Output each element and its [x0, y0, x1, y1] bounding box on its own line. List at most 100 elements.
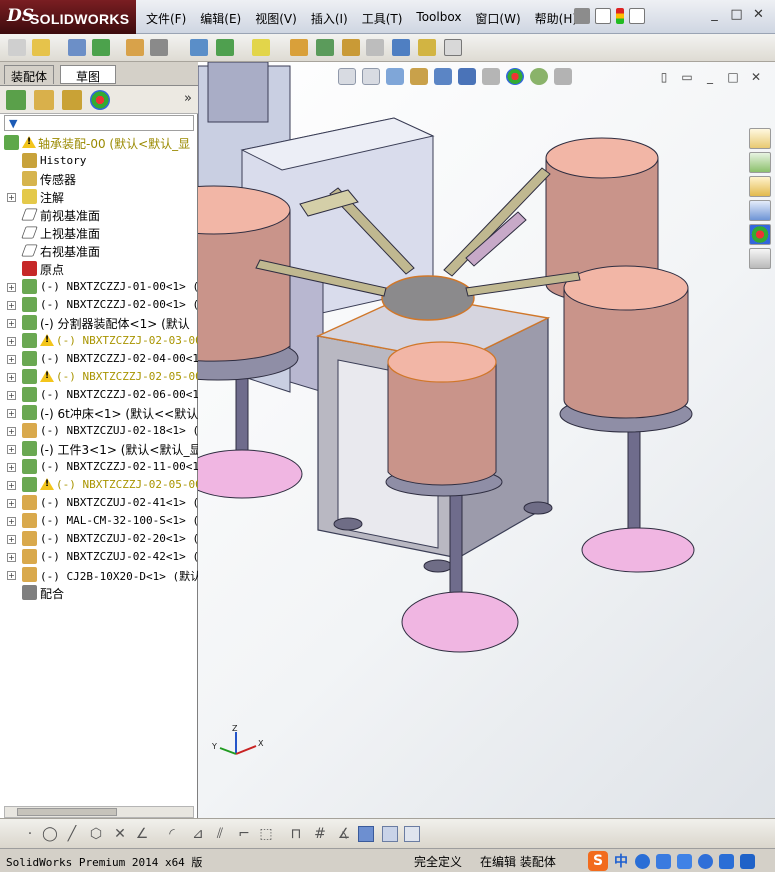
- scrollbar-thumb[interactable]: [17, 808, 117, 816]
- tree-item[interactable]: + (-) MAL-CM-32-100-S<1> (: [0, 512, 198, 530]
- sogou-logo-icon[interactable]: S: [588, 851, 608, 871]
- corner-rectangle-icon[interactable]: ⌐: [236, 826, 252, 842]
- tree-item[interactable]: 传感器: [0, 170, 198, 188]
- view-palette-icon[interactable]: [749, 200, 771, 221]
- expand-toggle[interactable]: +: [7, 499, 16, 508]
- menu-window[interactable]: 窗口(W): [475, 10, 520, 27]
- tree-item[interactable]: + (-) NBXTZCZUJ-02-18<1> (: [0, 422, 198, 440]
- open-icon[interactable]: [32, 39, 50, 56]
- tree-item[interactable]: 配合: [0, 584, 198, 602]
- tree-item[interactable]: + (-) NBXTZCZZJ-02-04-00<1: [0, 350, 198, 368]
- mate-icon[interactable]: [126, 39, 144, 56]
- expand-toggle[interactable]: +: [7, 553, 16, 562]
- tree-filter[interactable]: ▼: [4, 115, 194, 131]
- section-view-icon[interactable]: [410, 68, 428, 85]
- user-icon[interactable]: [698, 853, 713, 869]
- viewport-minimize-button[interactable]: _: [703, 70, 717, 84]
- tree-item[interactable]: 轴承装配-00 (默认<默认_显: [0, 134, 198, 152]
- apply-scene-icon[interactable]: [530, 68, 548, 85]
- expand-toggle[interactable]: +: [7, 517, 16, 526]
- pin-icon[interactable]: [574, 8, 590, 24]
- expand-toggle[interactable]: +: [7, 337, 16, 346]
- linear-pattern-icon[interactable]: [150, 39, 168, 56]
- skin-icon[interactable]: [719, 853, 734, 869]
- tile-vertical-icon[interactable]: ▯: [657, 70, 671, 84]
- expand-toggle[interactable]: +: [7, 301, 16, 310]
- expand-toggle[interactable]: +: [7, 409, 16, 418]
- expand-toggle[interactable]: +: [7, 193, 16, 202]
- tab-sketch[interactable]: 草图: [60, 65, 116, 84]
- tree-item[interactable]: + (-) NBXTZCZUJ-02-42<1> (: [0, 548, 198, 566]
- property-manager-tab-icon[interactable]: [34, 90, 54, 110]
- interference-detection-icon[interactable]: [418, 39, 436, 56]
- display-manager-tab-icon[interactable]: [90, 90, 110, 110]
- offset-icon[interactable]: ⊿: [190, 826, 206, 842]
- instant3d-icon[interactable]: [444, 39, 462, 56]
- new-document-icon[interactable]: [595, 8, 611, 24]
- explode-line-icon[interactable]: [392, 39, 410, 56]
- edit-appearance-icon[interactable]: [506, 68, 524, 85]
- menu-toolbox[interactable]: Toolbox: [416, 10, 461, 27]
- tree-item[interactable]: + (-) NBXTZCZZJ-02-11-00<1: [0, 458, 198, 476]
- tile-horizontal-icon[interactable]: ▭: [680, 70, 694, 84]
- table-icon[interactable]: [404, 826, 420, 842]
- viewport-close-button[interactable]: ✕: [749, 70, 763, 84]
- custom-properties-icon[interactable]: [749, 248, 771, 269]
- tree-horizontal-scrollbar[interactable]: [4, 806, 194, 818]
- tree-item[interactable]: + (-) NBXTZCZZJ-02-05-00: [0, 476, 198, 494]
- new-motion-study-icon[interactable]: [316, 39, 334, 56]
- file-explorer-icon[interactable]: [749, 176, 771, 197]
- view-settings-icon[interactable]: [554, 68, 572, 85]
- display-style-icon[interactable]: [458, 68, 476, 85]
- polygon-icon[interactable]: ⬡: [88, 826, 104, 842]
- filter-icon[interactable]: ▼: [9, 117, 17, 130]
- solidworks-logo[interactable]: DS SOLIDWORKS: [0, 0, 136, 34]
- punctuation-icon[interactable]: [656, 853, 671, 869]
- solidworks-resources-icon[interactable]: [749, 128, 771, 149]
- tree-item[interactable]: History: [0, 152, 198, 170]
- menu-help[interactable]: 帮助(H): [535, 10, 577, 27]
- feature-manager-tab-icon[interactable]: [6, 90, 26, 110]
- expand-toggle[interactable]: +: [7, 571, 16, 580]
- new-icon[interactable]: [8, 39, 26, 56]
- expand-toggle[interactable]: +: [7, 391, 16, 400]
- tree-item[interactable]: + (-) NBXTZCZUJ-02-41<1> (: [0, 494, 198, 512]
- expand-toggle[interactable]: +: [7, 481, 16, 490]
- show-hidden-icon[interactable]: [216, 39, 234, 56]
- menu-view[interactable]: 视图(V): [255, 10, 297, 27]
- exploded-view-icon[interactable]: [366, 39, 384, 56]
- tree-item[interactable]: + (-) NBXTZCZZJ-02-05-00: [0, 368, 198, 386]
- expand-toggle[interactable]: +: [7, 427, 16, 436]
- close-button[interactable]: ✕: [750, 7, 767, 23]
- reference-geometry-icon[interactable]: [290, 39, 308, 56]
- model-view[interactable]: [198, 62, 775, 818]
- point-icon[interactable]: ·: [22, 826, 38, 842]
- tree-item[interactable]: 右视基准面: [0, 242, 198, 260]
- previous-view-icon[interactable]: [386, 68, 404, 85]
- appearances-scenes-icon[interactable]: [749, 224, 771, 245]
- expand-toggle[interactable]: +: [7, 373, 16, 382]
- maximize-button[interactable]: □: [728, 7, 745, 23]
- trim-icon[interactable]: ✕: [112, 826, 128, 842]
- tools-icon[interactable]: [740, 853, 755, 869]
- graphics-area[interactable]: ▯ ▭ _ □ ✕ Z X Y: [198, 62, 775, 818]
- shaded-sketch-icon[interactable]: [358, 826, 374, 842]
- centerline-icon[interactable]: ∠: [134, 826, 150, 842]
- keyboard-icon[interactable]: [677, 853, 692, 869]
- view-orientation-icon[interactable]: [434, 68, 452, 85]
- grid-icon[interactable]: #: [312, 826, 328, 842]
- viewport-restore-button[interactable]: □: [726, 70, 740, 84]
- tree-item[interactable]: + (-) NBXTZCZZJ-02-03-00: [0, 332, 198, 350]
- menu-tools[interactable]: 工具(T): [362, 10, 403, 27]
- tree-item[interactable]: + (-) NBXTZCZZJ-01-00<1> (: [0, 278, 198, 296]
- menu-edit[interactable]: 编辑(E): [200, 10, 241, 27]
- moon-icon[interactable]: [635, 853, 650, 869]
- move-component-icon[interactable]: [190, 39, 208, 56]
- line-icon[interactable]: ╱: [64, 826, 80, 842]
- tree-item[interactable]: + (-) 工件3<1> (默认<默认_显: [0, 440, 198, 458]
- ime-language[interactable]: 中: [614, 851, 628, 871]
- tree-item[interactable]: + (-) NBXTZCZUJ-02-20<1> (: [0, 530, 198, 548]
- layout-icon[interactable]: [382, 826, 398, 842]
- expand-toggle[interactable]: +: [7, 445, 16, 454]
- tree-item[interactable]: 前视基准面: [0, 206, 198, 224]
